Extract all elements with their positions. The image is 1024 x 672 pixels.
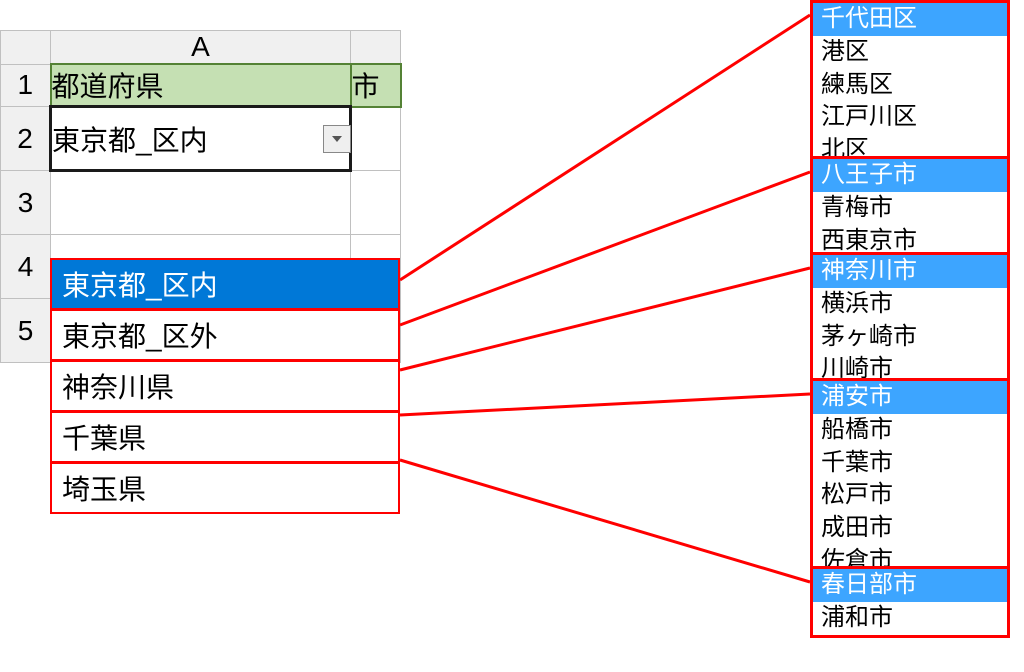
row-header-3[interactable]: 3 <box>1 171 51 235</box>
cell-a1[interactable]: 都道府県 <box>51 64 351 107</box>
cell-a2[interactable]: 東京都_区内 <box>51 107 351 171</box>
col-header-b[interactable] <box>351 31 401 65</box>
sublist[interactable]: 八王子市青梅市西東京市 <box>810 156 1010 260</box>
cell-b2[interactable] <box>351 107 401 171</box>
sublist[interactable]: 春日部市浦和市 <box>810 566 1010 638</box>
sublist[interactable]: 神奈川市横浜市茅ヶ崎市川崎市 <box>810 252 1010 389</box>
sublist-item[interactable]: 船橋市 <box>813 414 1007 447</box>
sublist-item[interactable]: 浦和市 <box>813 602 1007 635</box>
sublist-item[interactable]: 神奈川市 <box>813 255 1007 288</box>
row-header-1[interactable]: 1 <box>1 64 51 107</box>
dropdown-item[interactable]: 神奈川県 <box>50 360 400 412</box>
sublist-item[interactable]: 練馬区 <box>813 69 1007 102</box>
sublist-item[interactable]: 松戸市 <box>813 479 1007 512</box>
sublist-item[interactable]: 茅ヶ崎市 <box>813 321 1007 354</box>
sublist-item[interactable]: 港区 <box>813 36 1007 69</box>
corner-cell <box>1 31 51 65</box>
dropdown-item[interactable]: 千葉県 <box>50 411 400 463</box>
cell-b3[interactable] <box>351 171 401 235</box>
sublist-item[interactable]: 千葉市 <box>813 447 1007 480</box>
row-header-5[interactable]: 5 <box>1 299 51 363</box>
sublist-item[interactable]: 浦安市 <box>813 381 1007 414</box>
dropdown-toggle-icon[interactable] <box>323 125 351 153</box>
prefecture-dropdown[interactable]: 東京都_区内東京都_区外神奈川県千葉県埼玉県 <box>50 258 400 514</box>
active-cell-value: 東京都_区内 <box>52 125 208 156</box>
dropdown-item[interactable]: 埼玉県 <box>50 462 400 514</box>
sublist-item[interactable]: 春日部市 <box>813 569 1007 602</box>
col-header-a[interactable]: A <box>51 31 351 65</box>
sublist-item[interactable]: 千代田区 <box>813 3 1007 36</box>
row-header-2[interactable]: 2 <box>1 107 51 171</box>
sublist[interactable]: 浦安市船橋市千葉市松戸市成田市佐倉市 <box>810 378 1010 581</box>
sublist-item[interactable]: 八王子市 <box>813 159 1007 192</box>
sublist-item[interactable]: 江戸川区 <box>813 101 1007 134</box>
dropdown-item[interactable]: 東京都_区内 <box>50 258 400 310</box>
dropdown-item[interactable]: 東京都_区外 <box>50 309 400 361</box>
sublist-item[interactable]: 成田市 <box>813 512 1007 545</box>
sublist-item[interactable]: 横浜市 <box>813 288 1007 321</box>
sublist[interactable]: 千代田区港区練馬区江戸川区北区 <box>810 0 1010 170</box>
cell-b1[interactable]: 市 <box>351 64 401 107</box>
row-header-4[interactable]: 4 <box>1 235 51 299</box>
sublist-item[interactable]: 青梅市 <box>813 192 1007 225</box>
cell-a3[interactable] <box>51 171 351 235</box>
